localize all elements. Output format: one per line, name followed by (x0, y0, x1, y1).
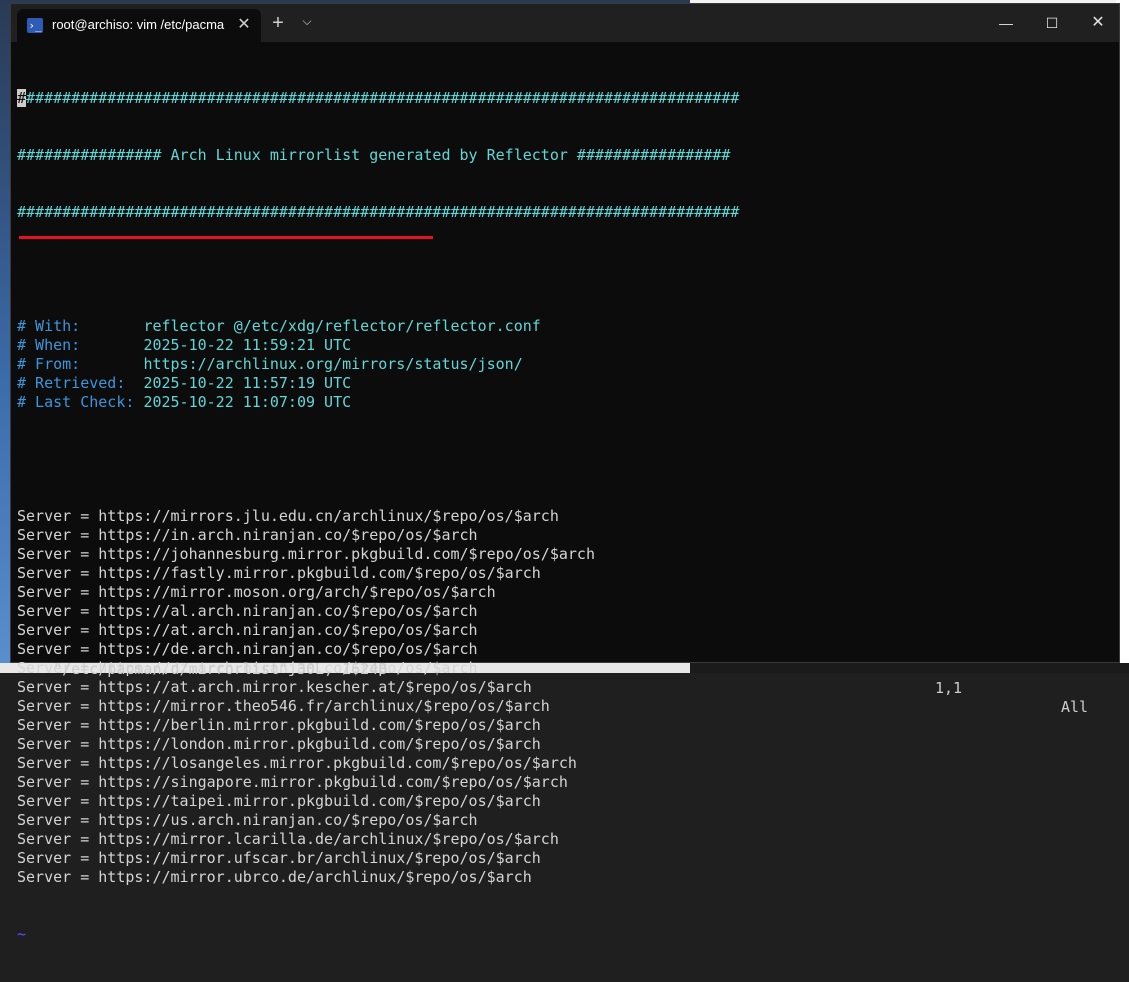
new-tab-button[interactable]: + (268, 13, 288, 33)
hash-line: ########################################… (17, 203, 740, 221)
server-line: Server = https://berlin.mirror.pkgbuild.… (17, 716, 541, 734)
vim-statusline: "/etc/pacman.d/mirrorlist" 30L, 1624B 1,… (17, 641, 1107, 716)
meta-key: # Last Check: (17, 393, 144, 411)
meta-key: # From: (17, 355, 144, 373)
meta-line: # Last Check: 2025-10-22 11:07:09 UTC (17, 393, 1107, 412)
scroll-percent: All (1061, 698, 1089, 716)
terminal-buffer[interactable]: ########################################… (17, 51, 1107, 982)
maximize-button[interactable]: ☐ (1029, 4, 1075, 42)
server-line: Server = https://fastly.mirror.pkgbuild.… (17, 564, 541, 582)
server-line: Server = https://us.arch.niranjan.co/$re… (17, 811, 478, 829)
server-line: Server = https://mirrors.jlu.edu.cn/arch… (17, 507, 559, 525)
server-line: Server = https://london.mirror.pkgbuild.… (17, 735, 541, 753)
close-window-button[interactable]: ✕ (1075, 4, 1121, 42)
tab-title: root@archiso: vim /etc/pacma (52, 17, 225, 32)
meta-value: 2025-10-22 11:59:21 UTC (143, 336, 352, 354)
chevron-down-icon[interactable]: ⌵ (297, 14, 317, 29)
server-line: Server = https://mirror.theo546.fr/archl… (17, 697, 550, 715)
server-line: Server = https://taipei.mirror.pkgbuild.… (17, 792, 541, 810)
server-line: Server = https://mirror.moson.org/arch/$… (17, 583, 496, 601)
server-line: Server = https://singapore.mirror.pkgbui… (17, 773, 568, 791)
empty-line-tilde: ~ (17, 925, 27, 943)
server-line: Server = https://mirror.ufscar.br/archli… (17, 849, 541, 867)
cursor-position: 1,1 (935, 679, 963, 697)
server-line: Server = https://in.arch.niranjan.co/$re… (17, 526, 478, 544)
meta-key: # With: (17, 317, 144, 335)
meta-line: # When: 2025-10-22 11:59:21 UTC (17, 336, 1107, 355)
terminal-tab[interactable]: ›_ root@archiso: vim /etc/pacma ✕ (17, 9, 261, 42)
red-annotation-underline (19, 236, 433, 239)
minimize-button[interactable]: — (983, 4, 1029, 42)
title-bar: ›_ root@archiso: vim /etc/pacma ✕ + ⌵ — … (11, 4, 1119, 42)
meta-line: # From: https://archlinux.org/mirrors/st… (17, 355, 1107, 374)
cursor: # (17, 89, 27, 107)
meta-value: 2025-10-22 11:07:09 UTC (143, 393, 352, 411)
server-line: Server = https://mirror.lcarilla.de/arch… (17, 830, 559, 848)
server-line: Server = https://johannesburg.mirror.pkg… (17, 545, 595, 563)
hash-line: ########################################… (17, 89, 740, 107)
meta-value: https://archlinux.org/mirrors/status/jso… (143, 355, 523, 373)
server-line: Server = https://al.arch.niranjan.co/$re… (17, 602, 478, 620)
close-tab-icon[interactable]: ✕ (234, 14, 254, 34)
meta-line: # With: reflector @/etc/xdg/reflector/re… (17, 317, 1107, 336)
meta-key: # Retrieved: (17, 374, 144, 392)
powershell-icon: ›_ (27, 18, 43, 33)
meta-value: reflector @/etc/xdg/reflector/reflector.… (143, 317, 541, 335)
meta-comments: # With: reflector @/etc/xdg/reflector/re… (17, 317, 1107, 412)
meta-value: 2025-10-22 11:57:19 UTC (143, 374, 352, 392)
scrollbar[interactable] (1109, 46, 1115, 658)
meta-line: # Retrieved: 2025-10-22 11:57:19 UTC (17, 374, 1107, 393)
meta-key: # When: (17, 336, 144, 354)
server-line: Server = https://mirror.ubrco.de/archlin… (17, 868, 532, 886)
terminal-window: ›_ root@archiso: vim /etc/pacma ✕ + ⌵ — … (10, 3, 1120, 943)
server-line: Server = https://at.arch.niranjan.co/$re… (17, 621, 478, 639)
server-line: Server = https://losangeles.mirror.pkgbu… (17, 754, 577, 772)
status-file-info: "/etc/pacman.d/mirrorlist" 30L, 1624B (53, 660, 388, 678)
header-line: ################ Arch Linux mirrorlist g… (17, 146, 731, 164)
